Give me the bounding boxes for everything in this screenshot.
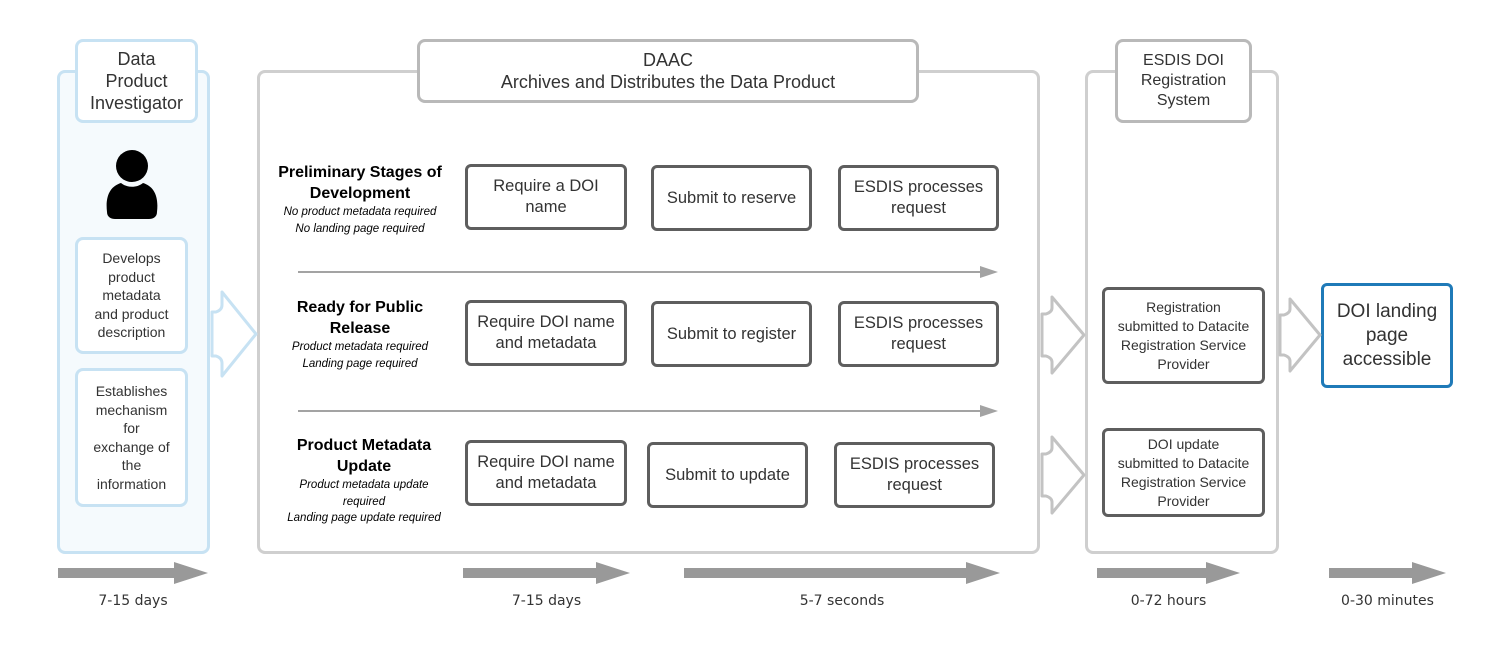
duration-label: 0-30 minutes (1341, 593, 1434, 609)
duration-arrow (463, 562, 630, 584)
duration-arrows (58, 562, 1446, 584)
duration-label: 0-72 hours (1130, 593, 1207, 609)
duration-label: 7-15 days (511, 593, 582, 609)
duration-arrow (684, 562, 1000, 584)
duration-label: 7-15 days (98, 593, 168, 609)
duration-arrow (1329, 562, 1446, 584)
duration-arrow (58, 562, 208, 584)
duration-arrow (1097, 562, 1240, 584)
duration-label: 5-7 seconds (799, 593, 885, 609)
